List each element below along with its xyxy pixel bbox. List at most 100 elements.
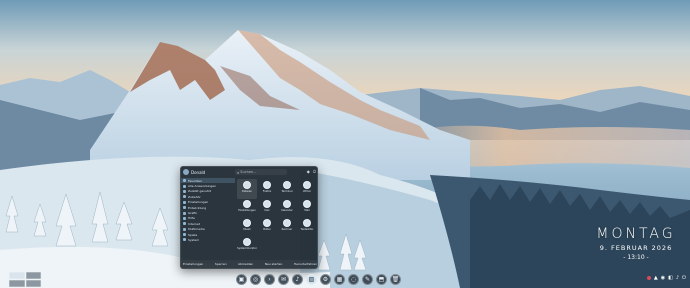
tray-glyph-2[interactable]: ◧ — [668, 275, 673, 281]
footer-action[interactable]: Einstellungen — [183, 262, 203, 266]
category-icon — [183, 200, 186, 204]
search-icon: ⌕ — [237, 169, 240, 175]
category-label: Grafik — [188, 211, 198, 216]
category-icon — [183, 184, 186, 188]
workspace-switcher — [9, 272, 41, 287]
app-tile[interactable]: Rechner — [277, 217, 297, 237]
trash-icon[interactable]: 🗑 — [390, 273, 401, 285]
app-grid: Dateien Firefox Terminal Writer Einstellunge… — [235, 177, 317, 261]
table-icon — [263, 200, 271, 208]
app-tile[interactable]: Writer — [297, 179, 317, 199]
app-label: Texteditor — [300, 228, 314, 231]
category-label: System — [188, 237, 200, 242]
category-icon — [183, 222, 186, 226]
clock-widget: MONTAG 9. FEBRUAR 2026 - 13:10 - — [586, 226, 686, 261]
app-label: Musik — [243, 228, 251, 231]
files-icon[interactable]: ▣ — [236, 273, 247, 285]
terminal-icon — [283, 181, 291, 189]
category-icon — [183, 206, 186, 210]
app-tile[interactable]: Bilder — [257, 217, 277, 237]
gear-icon — [243, 200, 251, 208]
footer-action[interactable]: Neu starten — [265, 262, 283, 266]
launcher-search[interactable]: ⌕ — [235, 169, 287, 175]
app-label: Bilder — [263, 228, 271, 231]
category-icon — [183, 216, 186, 220]
application-launcher: Donald ⌕ ◆ ⏻ FavoritenAlle AnwendungenZu… — [180, 166, 318, 269]
calendar-icon[interactable]: ▦ — [334, 273, 345, 285]
image-icon[interactable]: ▨ — [306, 273, 317, 285]
category-label: Einstellungen — [188, 200, 209, 205]
app-tile[interactable]: Dateien — [237, 179, 257, 199]
globe-icon — [263, 181, 271, 189]
app-label: Dateien — [241, 190, 253, 193]
category-label: Zubehör — [188, 194, 201, 199]
app-label: Calc — [264, 209, 270, 212]
chat-icon[interactable]: ◌ — [348, 273, 359, 285]
category-icon — [183, 238, 186, 242]
app-label: Kalender — [281, 209, 293, 212]
settings-icon[interactable]: ⚙ — [320, 273, 331, 285]
workspace-2[interactable] — [25, 272, 41, 279]
app-tile[interactable]: Terminal — [277, 179, 297, 199]
store-icon[interactable]: ⬒ — [376, 273, 387, 285]
app-tile[interactable]: Texteditor — [297, 217, 317, 237]
tray-glyph-0[interactable]: ▲ — [654, 275, 658, 281]
app-tile[interactable]: Firefox — [257, 179, 277, 199]
category-icon — [183, 179, 186, 183]
terminal-icon[interactable]: › — [264, 273, 275, 285]
app-tile[interactable]: Kalender — [277, 198, 297, 218]
category-icon — [183, 195, 186, 199]
app-tile[interactable]: Systemmonitor — [237, 236, 257, 256]
app-label: Systemmonitor — [237, 247, 257, 250]
pin-icon[interactable]: ◆ — [307, 169, 310, 175]
tray-glyph-3[interactable]: ♪ — [676, 275, 679, 281]
user-name: Donald — [191, 169, 206, 175]
workspace-1[interactable] — [9, 272, 25, 279]
music-icon[interactable]: ♪ — [292, 273, 303, 285]
mail-icon[interactable]: ✉ — [278, 273, 289, 285]
calculator-icon — [283, 219, 291, 227]
tray-glyph-1[interactable]: ◉ — [661, 275, 665, 281]
launcher-footer: Einstellungen Sperren Abmelden Neu starten H… — [181, 260, 317, 268]
workspace-4[interactable] — [25, 280, 41, 287]
category-item[interactable]: System — [181, 237, 235, 242]
music-icon — [243, 219, 251, 227]
app-tile[interactable]: Einstellungen — [237, 198, 257, 218]
edit-icon — [303, 219, 311, 227]
workspace-3[interactable] — [9, 280, 25, 287]
footer-action[interactable]: Sperren — [215, 262, 227, 266]
notification-icon[interactable] — [646, 276, 651, 280]
search-input[interactable] — [240, 170, 281, 174]
calendar-icon — [283, 200, 291, 208]
monitor-icon — [243, 238, 251, 246]
browser-icon[interactable]: ◎ — [250, 273, 261, 285]
editor-icon[interactable]: ✎ — [362, 273, 373, 285]
power-icon[interactable]: ⏻ — [313, 169, 316, 175]
app-label: Einstellungen — [238, 209, 256, 212]
category-label: Alle Anwendungen — [188, 184, 217, 189]
app-label: Firefox — [262, 190, 272, 193]
launcher-header-actions: ◆ ⏻ — [307, 169, 316, 175]
app-label: Terminal — [281, 190, 293, 193]
image-icon — [263, 219, 271, 227]
app-tile[interactable]: Musik — [237, 217, 257, 237]
app-tile[interactable]: Calc — [257, 198, 277, 218]
footer-action[interactable]: Abmelden — [238, 262, 253, 266]
category-list: Favoriten Alle Anwendungen Zuletzt genutzt… — [181, 178, 235, 243]
app-tile[interactable]: Mail — [297, 198, 317, 218]
dock: ▣ ◎ › ✉ ♪ ▨ ⚙ ▦ ◌ ✎ ⬒ 🗑 — [236, 272, 401, 286]
footer-action[interactable]: Herunterfahren — [294, 262, 317, 266]
category-icon — [183, 189, 186, 193]
avatar — [183, 169, 189, 175]
category-label: Zuletzt genutzt — [188, 189, 211, 194]
clock-time: - 13:10 - — [623, 254, 649, 261]
category-label: Entwicklung — [188, 205, 207, 210]
launcher-header: Donald ⌕ ◆ ⏻ — [181, 167, 317, 177]
tray-glyph-4[interactable]: ⏻ — [682, 275, 686, 281]
mail-icon — [303, 200, 311, 208]
category-label: Multimedia — [188, 227, 205, 232]
clock-day: MONTAG — [596, 226, 676, 242]
category-icon — [183, 211, 186, 215]
launcher-user[interactable]: Donald — [181, 169, 233, 175]
category-icon — [183, 233, 186, 237]
